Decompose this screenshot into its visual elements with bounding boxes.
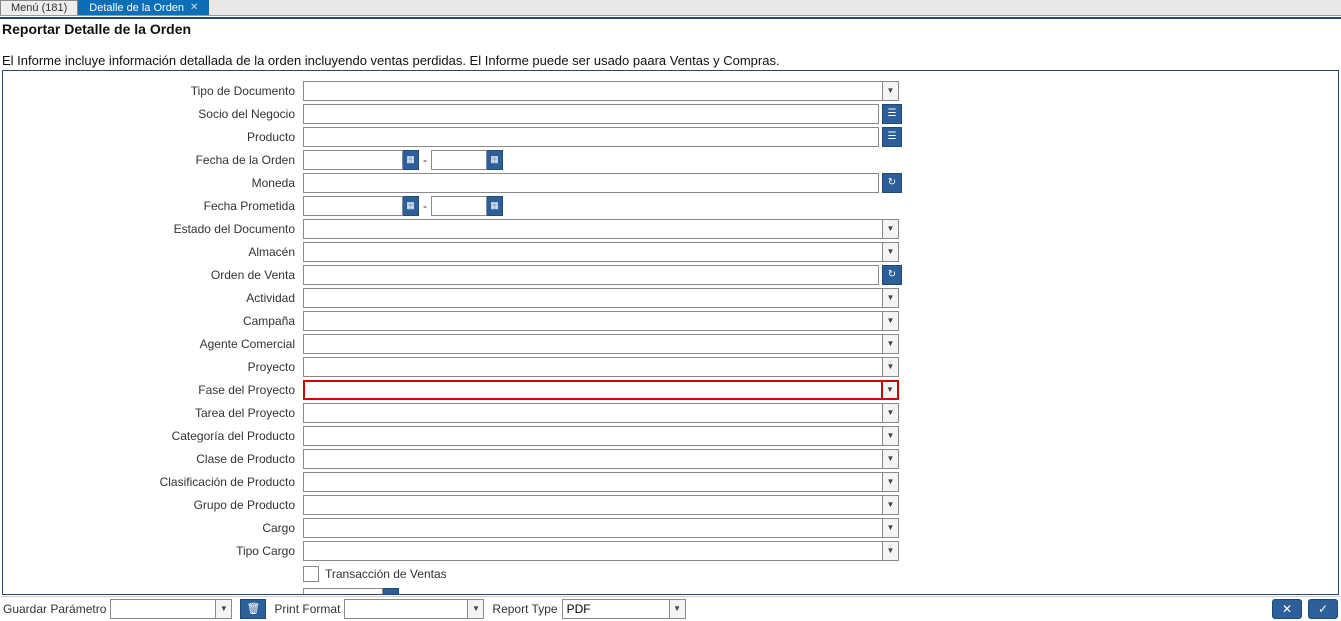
chevron-down-icon[interactable]: ▼ <box>883 472 899 492</box>
tab-strip: Menú (181) Detalle de la Orden ✕ <box>0 0 1341 16</box>
chevron-down-icon[interactable]: ▼ <box>883 81 899 101</box>
categoria-producto-input[interactable] <box>303 426 883 446</box>
trash-icon[interactable]: 🗑 <box>240 599 266 619</box>
label-cargo: Cargo <box>3 521 303 535</box>
report-type-input[interactable] <box>562 599 670 619</box>
footer-bar: Guardar Parámetro ▼ 🗑 Print Format ▼ Rep… <box>1 596 1340 620</box>
cancel-button[interactable]: ✕ <box>1272 599 1302 619</box>
actividad-input[interactable] <box>303 288 883 308</box>
label-estado-documento: Estado del Documento <box>3 222 303 236</box>
estado-documento-input[interactable] <box>303 219 883 239</box>
calendar-icon[interactable]: ▦ <box>403 150 419 170</box>
cutoff-date-from[interactable] <box>303 588 383 594</box>
label-clasificacion-producto: Clasificación de Producto <box>3 475 303 489</box>
moneda-input[interactable] <box>303 173 879 193</box>
label-moneda: Moneda <box>3 176 303 190</box>
label-almacen: Almacén <box>3 245 303 259</box>
label-orden-venta: Orden de Venta <box>3 268 303 282</box>
tarea-proyecto-input[interactable] <box>303 403 883 423</box>
chevron-down-icon[interactable]: ▼ <box>883 518 899 538</box>
refresh-icon[interactable]: ↻ <box>882 173 902 193</box>
producto-input[interactable] <box>303 127 879 147</box>
clase-producto-input[interactable] <box>303 449 883 469</box>
tipo-documento-input[interactable] <box>303 81 883 101</box>
page-title: Reportar Detalle de la Orden <box>0 19 1341 39</box>
label-print-format: Print Format <box>274 602 340 616</box>
label-fecha-prometida: Fecha Prometida <box>3 199 303 213</box>
chevron-down-icon[interactable]: ▼ <box>883 242 899 262</box>
calendar-icon[interactable]: ▦ <box>383 588 399 594</box>
date-separator: - <box>419 153 431 167</box>
form-scroll[interactable]: Tipo de Documento ▼ Socio del Negocio ☰ … <box>3 71 1338 594</box>
fecha-orden-to[interactable] <box>431 150 487 170</box>
transaccion-ventas-label: Transacción de Ventas <box>325 567 447 581</box>
label-clase-producto: Clase de Producto <box>3 452 303 466</box>
almacen-input[interactable] <box>303 242 883 262</box>
label-categoria-producto: Categoría del Producto <box>3 429 303 443</box>
tab-detalle-label: Detalle de la Orden <box>89 1 184 15</box>
print-format-input[interactable] <box>344 599 468 619</box>
chevron-down-icon[interactable]: ▼ <box>216 599 232 619</box>
chevron-down-icon[interactable]: ▼ <box>883 288 899 308</box>
chevron-down-icon[interactable]: ▼ <box>883 426 899 446</box>
orden-venta-input[interactable] <box>303 265 879 285</box>
label-grupo-producto: Grupo de Producto <box>3 498 303 512</box>
tipo-cargo-input[interactable] <box>303 541 883 561</box>
label-actividad: Actividad <box>3 291 303 305</box>
label-campana: Campaña <box>3 314 303 328</box>
chevron-down-icon[interactable]: ▼ <box>883 541 899 561</box>
proyecto-input[interactable] <box>303 357 883 377</box>
tab-menu-label: Menú (181) <box>11 1 67 15</box>
label-fase-proyecto: Fase del Proyecto <box>3 383 303 397</box>
tab-detalle-orden[interactable]: Detalle de la Orden ✕ <box>78 0 209 15</box>
lookup-icon[interactable]: ☰ <box>882 127 902 147</box>
refresh-icon[interactable]: ↻ <box>882 265 902 285</box>
chevron-down-icon[interactable]: ▼ <box>883 219 899 239</box>
campana-input[interactable] <box>303 311 883 331</box>
calendar-icon[interactable]: ▦ <box>403 196 419 216</box>
chevron-down-icon[interactable]: ▼ <box>883 334 899 354</box>
label-report-type: Report Type <box>492 602 557 616</box>
ok-button[interactable]: ✓ <box>1308 599 1338 619</box>
socio-negocio-input[interactable] <box>303 104 879 124</box>
label-tipo-documento: Tipo de Documento <box>3 84 303 98</box>
chevron-down-icon[interactable]: ▼ <box>883 403 899 423</box>
clasificacion-producto-input[interactable] <box>303 472 883 492</box>
label-guardar-parametro: Guardar Parámetro <box>3 602 106 616</box>
fecha-prometida-from[interactable] <box>303 196 403 216</box>
label-socio-negocio: Socio del Negocio <box>3 107 303 121</box>
grupo-producto-input[interactable] <box>303 495 883 515</box>
chevron-down-icon[interactable]: ▼ <box>883 449 899 469</box>
fecha-orden-from[interactable] <box>303 150 403 170</box>
chevron-down-icon[interactable]: ▼ <box>883 311 899 331</box>
chevron-down-icon[interactable]: ▼ <box>883 380 899 400</box>
chevron-down-icon[interactable]: ▼ <box>883 357 899 377</box>
chevron-down-icon[interactable]: ▼ <box>468 599 484 619</box>
label-tipo-cargo: Tipo Cargo <box>3 544 303 558</box>
cargo-input[interactable] <box>303 518 883 538</box>
label-producto: Producto <box>3 130 303 144</box>
fase-proyecto-input[interactable] <box>303 380 883 400</box>
close-icon[interactable]: ✕ <box>190 1 198 15</box>
label-fecha-orden: Fecha de la Orden <box>3 153 303 167</box>
chevron-down-icon[interactable]: ▼ <box>883 495 899 515</box>
chevron-down-icon[interactable]: ▼ <box>670 599 686 619</box>
transaccion-ventas-checkbox[interactable] <box>303 566 319 582</box>
date-separator: - <box>419 199 431 213</box>
label-agente-comercial: Agente Comercial <box>3 337 303 351</box>
calendar-icon[interactable]: ▦ <box>487 150 503 170</box>
tab-menu[interactable]: Menú (181) <box>0 0 78 15</box>
fecha-prometida-to[interactable] <box>431 196 487 216</box>
label-tarea-proyecto: Tarea del Proyecto <box>3 406 303 420</box>
form-container: Tipo de Documento ▼ Socio del Negocio ☰ … <box>2 70 1339 595</box>
calendar-icon[interactable]: ▦ <box>487 196 503 216</box>
agente-comercial-input[interactable] <box>303 334 883 354</box>
guardar-parametro-input[interactable] <box>110 599 216 619</box>
label-proyecto: Proyecto <box>3 360 303 374</box>
lookup-icon[interactable]: ☰ <box>882 104 902 124</box>
